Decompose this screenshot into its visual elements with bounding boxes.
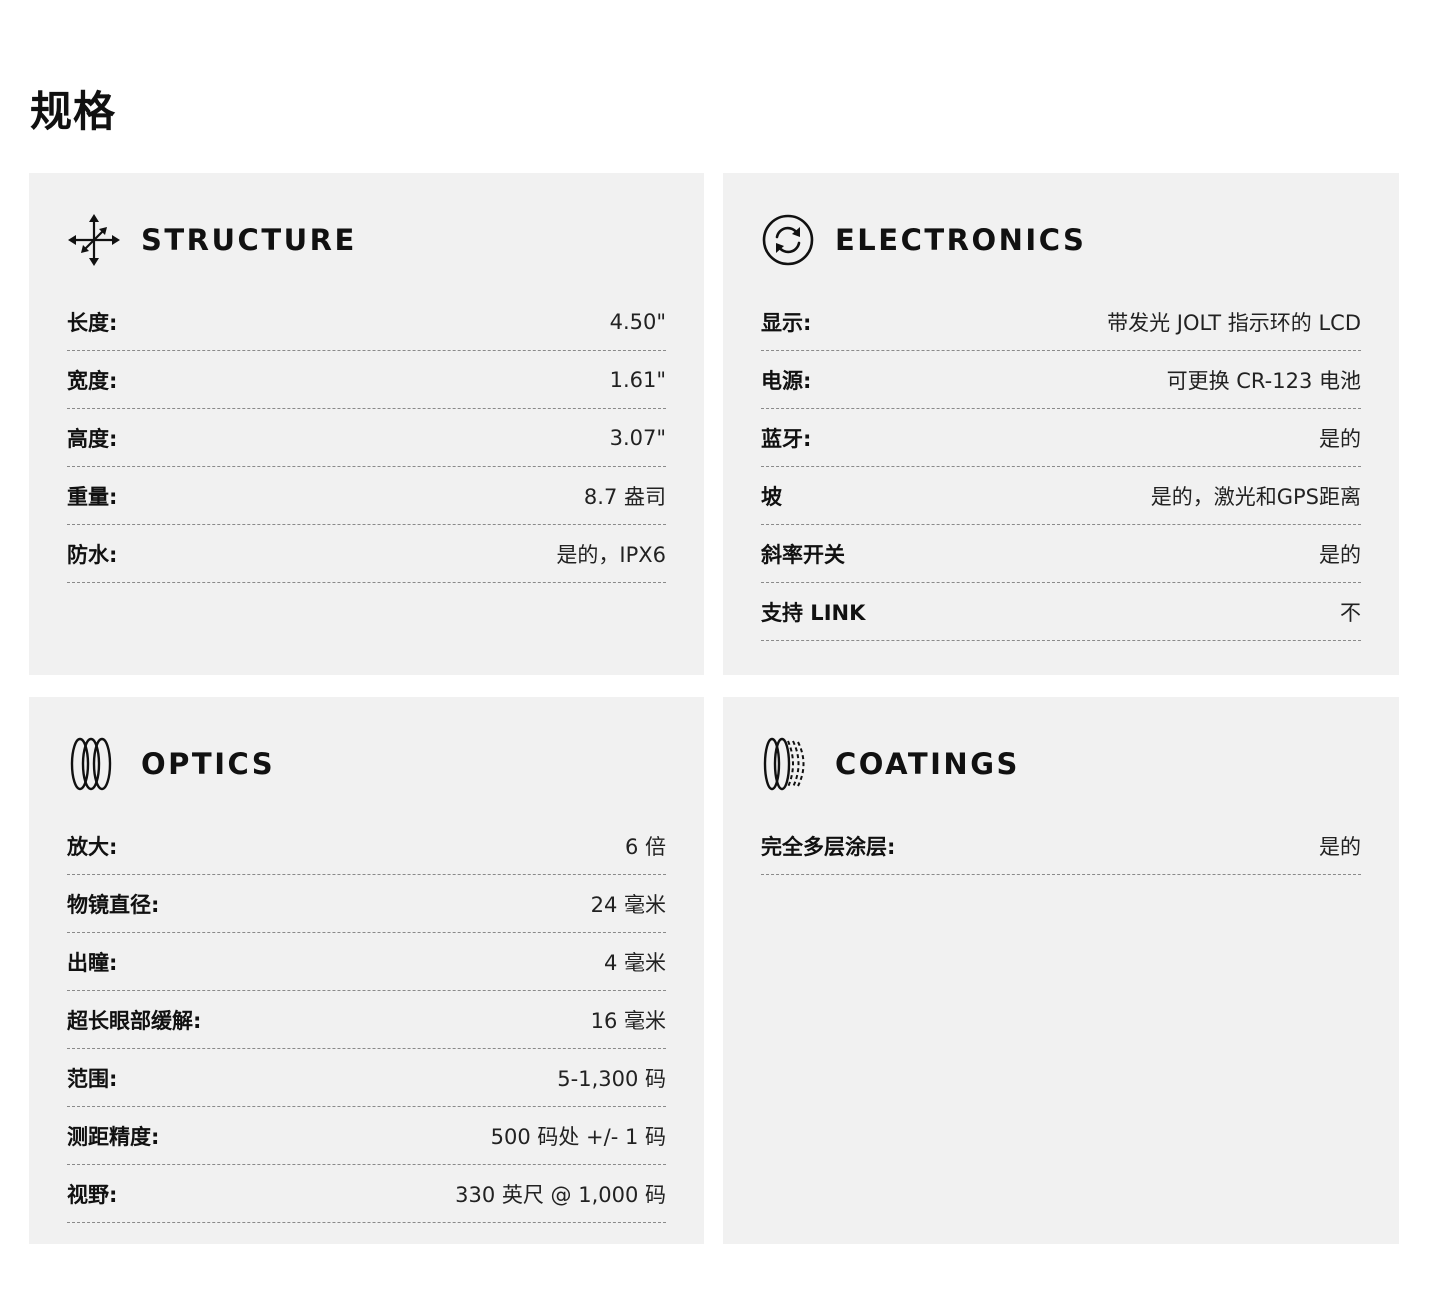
spec-row: 超长眼部缓解: 16 毫米 (67, 991, 666, 1049)
spec-row: 范围: 5-1,300 码 (67, 1049, 666, 1107)
optics-title: OPTICS (141, 747, 276, 781)
spec-value: 330 英尺 @ 1,000 码 (455, 1182, 666, 1207)
spec-value: 不 (1340, 600, 1361, 625)
spec-label: 测距精度: (67, 1124, 160, 1149)
optics-spec-list: 放大: 6 倍 物镜直径: 24 毫米 出瞳: 4 毫米 超长眼部缓解: 16 毫米 范… (67, 817, 666, 1223)
refresh-circle-icon (761, 212, 817, 268)
electronics-title: ELECTRONICS (835, 223, 1087, 257)
spec-row: 电源: 可更换 CR-123 电池 (761, 351, 1361, 409)
spec-row: 宽度: 1.61" (67, 351, 666, 409)
spec-value: 是的 (1319, 834, 1361, 859)
spec-row: 测距精度: 500 码处 +/- 1 码 (67, 1107, 666, 1165)
spec-row: 斜率开关 是的 (761, 525, 1361, 583)
spec-label: 高度: (67, 426, 118, 451)
spec-value: 8.7 盎司 (583, 484, 666, 509)
electronics-card: ELECTRONICS 显示: 带发光 JOLT 指示环的 LCD 电源: 可更换 … (723, 173, 1399, 675)
spec-row: 显示: 带发光 JOLT 指示环的 LCD (761, 293, 1361, 351)
optics-header: OPTICS (67, 733, 666, 795)
spec-value: 是的 (1319, 426, 1361, 451)
spec-value: 1.61" (609, 367, 666, 392)
spec-row: 防水: 是的，IPX6 (67, 525, 666, 583)
spec-label: 长度: (67, 310, 118, 335)
spec-row: 长度: 4.50" (67, 293, 666, 351)
lenses-icon (67, 736, 123, 792)
optics-card: OPTICS 放大: 6 倍 物镜直径: 24 毫米 出瞳: 4 毫米 超长眼部缓解:… (29, 697, 704, 1244)
spec-row: 出瞳: 4 毫米 (67, 933, 666, 991)
spec-label: 防水: (67, 542, 118, 567)
page-title: 规格 (30, 87, 117, 136)
spec-value: 4 毫米 (603, 950, 666, 975)
spec-label: 视野: (67, 1182, 118, 1207)
spec-row: 物镜直径: 24 毫米 (67, 875, 666, 933)
spec-label: 重量: (67, 484, 118, 509)
spec-label: 显示: (761, 310, 812, 335)
spec-value: 带发光 JOLT 指示环的 LCD (1107, 310, 1361, 335)
spec-value: 6 倍 (624, 834, 666, 859)
structure-card: STRUCTURE 长度: 4.50" 宽度: 1.61" 高度: 3.07" 重量:… (29, 173, 704, 675)
spec-label: 物镜直径: (67, 892, 160, 917)
move-arrows-icon (67, 212, 123, 268)
structure-header: STRUCTURE (67, 209, 666, 271)
electronics-header: ELECTRONICS (761, 209, 1361, 271)
spec-row: 放大: 6 倍 (67, 817, 666, 875)
spec-label: 蓝牙: (761, 426, 812, 451)
spec-value: 24 毫米 (590, 892, 666, 917)
spec-value: 500 码处 +/- 1 码 (490, 1124, 666, 1149)
coatings-header: COATINGS (761, 733, 1361, 795)
spec-value: 是的 (1319, 542, 1361, 567)
spec-row: 视野: 330 英尺 @ 1,000 码 (67, 1165, 666, 1223)
electronics-spec-list: 显示: 带发光 JOLT 指示环的 LCD 电源: 可更换 CR-123 电池 蓝牙… (761, 293, 1361, 641)
coatings-title: COATINGS (835, 747, 1020, 781)
spec-value: 3.07" (609, 425, 666, 450)
spec-row: 蓝牙: 是的 (761, 409, 1361, 467)
spec-label: 出瞳: (67, 950, 118, 975)
spec-value: 5-1,300 码 (557, 1066, 666, 1091)
spec-label: 超长眼部缓解: (67, 1008, 202, 1033)
structure-spec-list: 长度: 4.50" 宽度: 1.61" 高度: 3.07" 重量: 8.7 盎司 防水:… (67, 293, 666, 583)
spec-label: 斜率开关 (761, 542, 845, 567)
spec-label: 宽度: (67, 368, 118, 393)
structure-title: STRUCTURE (141, 223, 357, 257)
spec-label: 放大: (67, 834, 118, 859)
spec-row: 完全多层涂层: 是的 (761, 817, 1361, 875)
spec-value: 是的，激光和GPS距离 (1150, 484, 1361, 509)
coatings-card: COATINGS 完全多层涂层: 是的 (723, 697, 1399, 1244)
spec-label: 坡 (761, 484, 782, 509)
spec-row: 坡 是的，激光和GPS距离 (761, 467, 1361, 525)
spec-label: 完全多层涂层: (761, 834, 896, 859)
spec-value: 4.50" (609, 309, 666, 334)
spec-label: 范围: (67, 1066, 118, 1091)
spec-value: 是的，IPX6 (556, 542, 666, 567)
coated-lens-icon (761, 736, 817, 792)
spec-row: 高度: 3.07" (67, 409, 666, 467)
spec-label: 电源: (761, 368, 812, 393)
coatings-spec-list: 完全多层涂层: 是的 (761, 817, 1361, 875)
spec-value: 可更换 CR-123 电池 (1166, 368, 1361, 393)
spec-value: 16 毫米 (590, 1008, 666, 1033)
spec-label: 支持 LINK (761, 600, 866, 625)
spec-row: 支持 LINK 不 (761, 583, 1361, 641)
spec-row: 重量: 8.7 盎司 (67, 467, 666, 525)
